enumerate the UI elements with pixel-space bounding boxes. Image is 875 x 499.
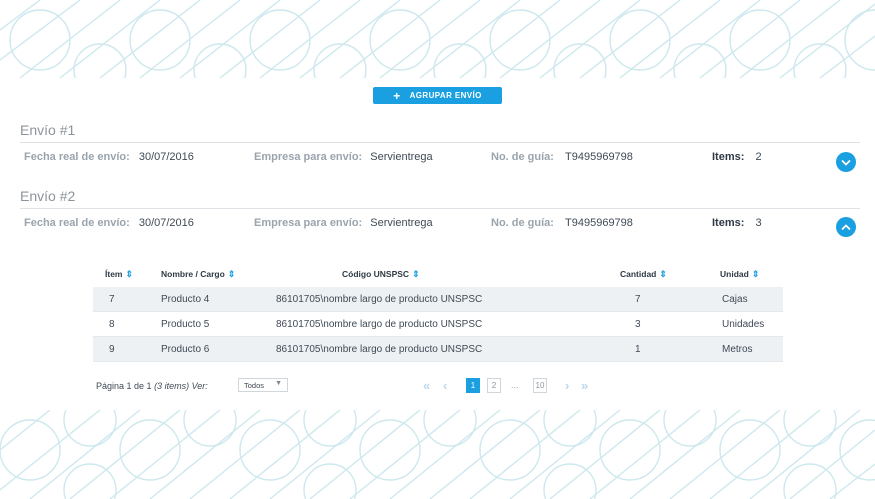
tracking-label: No. de guía: xyxy=(491,217,554,229)
table-row[interactable]: 8 Producto 5 86101705\nombre largo de pr… xyxy=(93,312,783,337)
date-label: Fecha real de envío: xyxy=(24,151,130,163)
shipment-title: Envío #2 xyxy=(20,188,76,204)
cell-name: Producto 4 xyxy=(161,294,210,305)
plus-icon: + xyxy=(393,88,401,103)
column-header-quantity[interactable]: Cantidad ⇕ xyxy=(620,269,667,280)
sort-icon: ⇕ xyxy=(659,269,667,279)
last-page-icon[interactable]: » xyxy=(581,378,588,394)
company-value: Servientrega xyxy=(370,217,433,229)
column-header-unit[interactable]: Unidad ⇕ xyxy=(720,269,759,280)
cell-item: 7 xyxy=(109,294,115,305)
date-field: Fecha real de envío: 30/07/2016 xyxy=(24,217,194,229)
cell-item: 8 xyxy=(109,319,115,330)
column-header-name[interactable]: Nombre / Cargo ⇕ xyxy=(161,269,235,280)
cell-unit: Cajas xyxy=(722,294,748,305)
cell-unit: Unidades xyxy=(722,319,765,330)
cell-unspsc: 86101705\nombre largo de producto UNSPSC xyxy=(276,344,483,355)
background-pattern-top xyxy=(0,0,875,78)
page-ellipsis: ... xyxy=(511,380,519,390)
first-page-icon[interactable]: « xyxy=(423,378,430,394)
items-label: Items: xyxy=(712,217,745,229)
page-button-2[interactable]: 2 xyxy=(487,378,501,393)
cell-item: 9 xyxy=(109,344,115,355)
prev-page-icon[interactable]: ‹ xyxy=(443,378,447,394)
cell-quantity: 7 xyxy=(635,294,641,305)
column-header-unspsc[interactable]: Código UNSPSC ⇕ xyxy=(342,269,420,280)
sort-icon: ⇕ xyxy=(125,269,134,279)
cell-unspsc: 86101705\nombre largo de producto UNSPSC xyxy=(276,294,483,305)
page-size-value: Todos xyxy=(244,380,265,390)
sort-icon: ⇕ xyxy=(751,269,760,279)
cell-name: Producto 6 xyxy=(161,344,210,355)
group-shipment-label: AGRUPAR ENVÍO xyxy=(409,91,482,100)
cell-quantity: 1 xyxy=(635,344,641,355)
items-value: 3 xyxy=(755,217,762,229)
date-field: Fecha real de envío: 30/07/2016 xyxy=(24,151,194,163)
items-table: Ítem ⇕ Nombre / Cargo ⇕ Código UNSPSC ⇕ Can… xyxy=(93,265,783,362)
date-value: 30/07/2016 xyxy=(138,151,194,163)
company-label: Empresa para envío: xyxy=(254,217,363,229)
tracking-field: No. de guía: T9495969798 xyxy=(491,151,633,163)
table-row[interactable]: 9 Producto 6 86101705\nombre largo de pr… xyxy=(93,337,783,362)
items-field: Items: 3 xyxy=(712,217,762,229)
items-label: Items: xyxy=(712,151,745,163)
cell-quantity: 3 xyxy=(635,319,641,330)
cell-unit: Metros xyxy=(722,344,753,355)
collapse-button[interactable] xyxy=(836,217,856,237)
page-button-1[interactable]: 1 xyxy=(466,378,480,393)
table-header: Ítem ⇕ Nombre / Cargo ⇕ Código UNSPSC ⇕ Can… xyxy=(93,265,783,287)
cell-unspsc: 86101705\nombre largo de producto UNSPSC xyxy=(276,319,483,330)
items-field: Items: 2 xyxy=(712,151,762,163)
cell-name: Producto 5 xyxy=(161,319,210,330)
background-pattern-bottom xyxy=(0,410,875,499)
shipment-summary-row: Fecha real de envío: 30/07/2016 Empresa … xyxy=(20,142,860,172)
sort-icon: ⇕ xyxy=(227,269,236,279)
chevron-up-icon xyxy=(841,223,851,230)
company-field: Empresa para envío: Servientrega xyxy=(254,217,433,229)
shipment-title: Envío #1 xyxy=(20,122,76,138)
date-value: 30/07/2016 xyxy=(138,217,194,229)
items-value: 2 xyxy=(755,151,762,163)
page-button-10[interactable]: 10 xyxy=(533,378,547,393)
tracking-value: T9495969798 xyxy=(565,151,633,163)
sort-icon: ⇕ xyxy=(412,269,420,279)
page-size-select[interactable]: Todos ▼ xyxy=(238,378,288,392)
company-value: Servientrega xyxy=(370,151,433,163)
group-shipment-button[interactable]: + AGRUPAR ENVÍO xyxy=(373,87,502,104)
chevron-down-icon xyxy=(841,159,851,166)
column-header-item[interactable]: Ítem ⇕ xyxy=(105,269,133,280)
pagination-info: Página 1 de 1 (3 items) Ver: xyxy=(96,381,208,391)
table-row[interactable]: 7 Producto 4 86101705\nombre largo de pr… xyxy=(93,287,783,312)
caret-down-icon: ▼ xyxy=(275,380,282,387)
next-page-icon[interactable]: › xyxy=(565,378,569,394)
tracking-field: No. de guía: T9495969798 xyxy=(491,217,633,229)
pagination: Página 1 de 1 (3 items) Ver: Todos ▼ « ‹… xyxy=(93,378,783,394)
tracking-value: T9495969798 xyxy=(565,217,633,229)
company-field: Empresa para envío: Servientrega xyxy=(254,151,433,163)
company-label: Empresa para envío: xyxy=(254,151,363,163)
expand-button[interactable] xyxy=(836,152,856,172)
tracking-label: No. de guía: xyxy=(491,151,554,163)
date-label: Fecha real de envío: xyxy=(24,217,130,229)
shipment-summary-row: Fecha real de envío: 30/07/2016 Empresa … xyxy=(20,208,860,237)
